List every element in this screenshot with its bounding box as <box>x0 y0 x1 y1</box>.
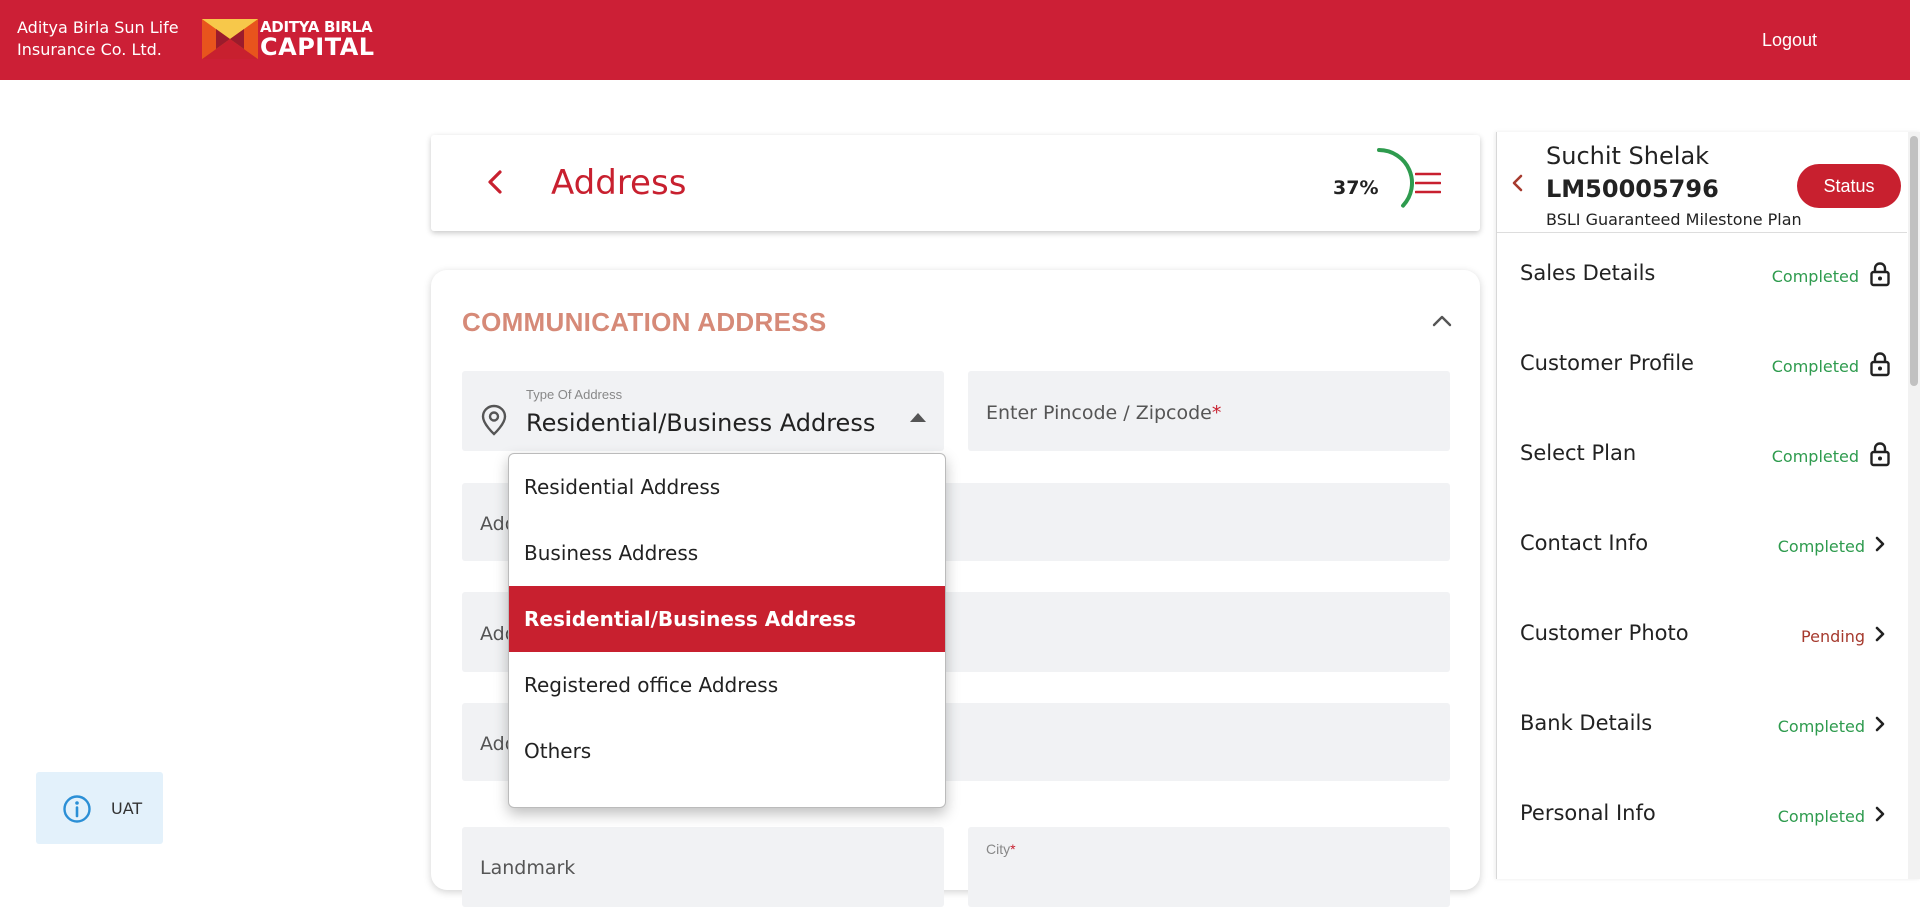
dropdown-option-business[interactable]: Business Address <box>509 520 945 586</box>
dropdown-option-residential-business[interactable]: Residential/Business Address <box>509 586 945 652</box>
collapse-panel-chevron-icon[interactable] <box>1507 172 1529 194</box>
location-pin-icon <box>481 404 507 436</box>
page-title: Address <box>551 163 687 203</box>
customer-summary: Suchit Shelak LM50005796 BSLI Guaranteed… <box>1497 132 1907 233</box>
step-status: Completed <box>1777 717 1865 736</box>
step-item-select-plan[interactable]: Select Plan Completed <box>1497 441 1907 531</box>
progress-percentage: 37% <box>1333 177 1379 199</box>
type-of-address-label: Type Of Address <box>526 387 623 402</box>
top-bar: Aditya Birla Sun Life Insurance Co. Ltd.… <box>0 0 1910 80</box>
application-steps-panel: Suchit Shelak LM50005796 BSLI Guaranteed… <box>1496 132 1920 879</box>
step-status: Completed <box>1771 357 1859 376</box>
logo-text-line2: CAPITAL <box>260 32 375 61</box>
address-type-dropdown: Residential Address Business Address Res… <box>508 453 946 808</box>
required-mark: * <box>1211 402 1222 424</box>
city-label: City* <box>986 841 1016 857</box>
lock-icon <box>1869 441 1891 467</box>
step-status: Completed <box>1777 807 1865 826</box>
page-header: Address 37% <box>431 135 1480 231</box>
dropdown-option-others[interactable]: Others <box>509 718 945 784</box>
company-name: Aditya Birla Sun Life Insurance Co. Ltd. <box>17 17 179 61</box>
dropdown-option-residential[interactable]: Residential Address <box>509 454 945 520</box>
chevron-up-icon[interactable] <box>1431 310 1453 332</box>
step-name: Personal Info <box>1520 801 1656 825</box>
step-status: Completed <box>1777 537 1865 556</box>
aditya-birla-capital-logo: ADITYA BIRLA CAPITAL <box>202 19 375 59</box>
city-label-text: City <box>986 841 1011 857</box>
logo-mark-icon <box>202 19 258 59</box>
side-panel-scrollbar[interactable] <box>1908 132 1920 879</box>
lock-icon <box>1869 351 1891 377</box>
step-name: Select Plan <box>1520 441 1637 465</box>
progress-arc <box>1377 148 1414 208</box>
city-field[interactable]: City* <box>968 827 1450 907</box>
scrollbar-thumb[interactable] <box>1910 136 1918 386</box>
customer-plan: BSLI Guaranteed Milestone Plan <box>1546 210 1802 229</box>
required-mark: * <box>1010 841 1016 857</box>
step-item-contact-info[interactable]: Contact Info Completed <box>1497 531 1907 621</box>
step-item-sales-details[interactable]: Sales Details Completed <box>1497 261 1907 351</box>
pincode-field[interactable]: Enter Pincode / Zipcode* <box>968 371 1450 451</box>
step-name: Sales Details <box>1520 261 1656 285</box>
customer-name: Suchit Shelak <box>1546 142 1710 170</box>
step-status: Completed <box>1771 447 1859 466</box>
step-status: Pending <box>1801 627 1865 646</box>
step-item-personal-info[interactable]: Personal Info Completed <box>1497 801 1907 891</box>
back-chevron-icon[interactable] <box>481 167 511 197</box>
chevron-right-icon[interactable] <box>1869 711 1891 737</box>
dropdown-option-registered-office[interactable]: Registered office Address <box>509 652 945 718</box>
environment-label: UAT <box>111 799 143 818</box>
environment-badge: UAT <box>36 772 163 844</box>
type-of-address-select[interactable]: Type Of Address Residential/Business Add… <box>462 371 944 451</box>
step-item-customer-photo[interactable]: Customer Photo Pending <box>1497 621 1907 711</box>
caret-up-icon <box>910 413 926 422</box>
status-button[interactable]: Status <box>1797 164 1901 208</box>
type-of-address-value: Residential/Business Address <box>526 409 876 437</box>
landmark-field[interactable]: Landmark <box>462 827 944 907</box>
step-item-bank-details[interactable]: Bank Details Completed <box>1497 711 1907 801</box>
step-name: Customer Photo <box>1520 621 1689 645</box>
pincode-placeholder-text: Enter Pincode / Zipcode <box>986 402 1212 424</box>
lock-icon <box>1869 261 1891 287</box>
step-name: Bank Details <box>1520 711 1653 735</box>
company-name-line1: Aditya Birla Sun Life <box>17 18 179 37</box>
chevron-right-icon[interactable] <box>1869 801 1891 827</box>
info-icon <box>63 795 91 823</box>
step-name: Customer Profile <box>1520 351 1694 375</box>
chevron-right-icon[interactable] <box>1869 621 1891 647</box>
company-name-line2: Insurance Co. Ltd. <box>17 40 162 59</box>
landmark-placeholder: Landmark <box>480 857 576 879</box>
pincode-placeholder: Enter Pincode / Zipcode* <box>986 402 1221 424</box>
step-item-customer-profile[interactable]: Customer Profile Completed <box>1497 351 1907 441</box>
menu-icon[interactable] <box>1415 171 1441 195</box>
chevron-right-icon[interactable] <box>1869 531 1891 557</box>
logout-button[interactable]: Logout <box>1762 30 1817 51</box>
step-status: Completed <box>1771 267 1859 286</box>
customer-id: LM50005796 <box>1546 175 1719 203</box>
step-name: Contact Info <box>1520 531 1649 555</box>
section-title: COMMUNICATION ADDRESS <box>462 307 827 337</box>
logo-text: ADITYA BIRLA CAPITAL <box>260 19 375 61</box>
